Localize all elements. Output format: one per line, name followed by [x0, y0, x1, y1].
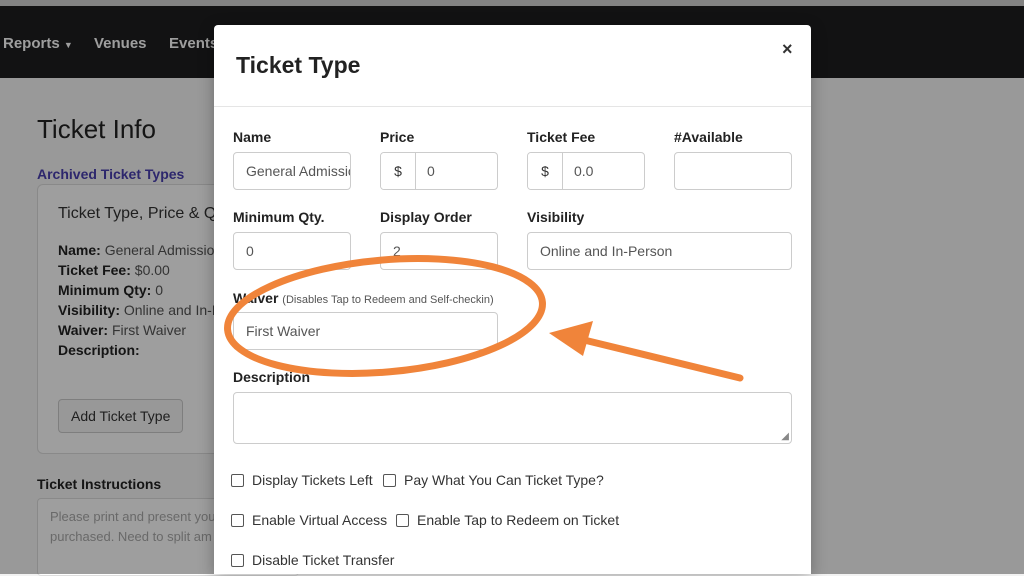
- checkbox-icon[interactable]: [383, 473, 396, 487]
- resize-grip-icon[interactable]: ◢: [781, 431, 789, 442]
- price-label: Price: [380, 129, 415, 145]
- name-input[interactable]: General Admission: [233, 152, 351, 190]
- waiver-hint: (Disables Tap to Redeem and Self-checkin…: [282, 294, 494, 306]
- dollar-addon: $: [528, 153, 563, 189]
- ticket-type-modal: Ticket Type × Name General Admission Pri…: [214, 25, 811, 574]
- checkbox-icon[interactable]: [231, 553, 244, 567]
- min-qty-label: Minimum Qty.: [233, 209, 325, 225]
- checkbox-icon[interactable]: [396, 513, 409, 527]
- dollar-addon: $: [381, 153, 416, 189]
- pay-what-you-can-checkbox[interactable]: Pay What You Can Ticket Type?: [383, 472, 604, 488]
- name-label: Name: [233, 129, 272, 145]
- ticket-fee-input[interactable]: 0.0: [574, 153, 593, 189]
- modal-header: Ticket Type ×: [214, 25, 811, 107]
- checkbox-icon[interactable]: [231, 473, 244, 487]
- enable-virtual-access-checkbox[interactable]: Enable Virtual Access: [231, 512, 387, 528]
- waiver-label: Waiver (Disables Tap to Redeem and Self-…: [233, 290, 494, 306]
- ticket-fee-label: Ticket Fee: [527, 129, 596, 145]
- enable-tap-to-redeem-checkbox[interactable]: Enable Tap to Redeem on Ticket: [396, 512, 619, 528]
- display-tickets-left-checkbox[interactable]: Display Tickets Left: [231, 472, 373, 488]
- disable-ticket-transfer-checkbox[interactable]: Disable Ticket Transfer: [231, 552, 394, 568]
- close-icon[interactable]: ×: [782, 39, 793, 60]
- modal-title: Ticket Type: [236, 52, 361, 78]
- price-input[interactable]: 0: [427, 153, 435, 189]
- checkbox-icon[interactable]: [231, 513, 244, 527]
- display-order-label: Display Order: [380, 209, 472, 225]
- visibility-label: Visibility: [527, 209, 585, 225]
- available-label: #Available: [674, 129, 743, 145]
- price-input-group[interactable]: $ 0: [380, 152, 498, 190]
- min-qty-input[interactable]: 0: [233, 232, 351, 270]
- available-input[interactable]: [674, 152, 792, 190]
- ticket-fee-input-group[interactable]: $ 0.0: [527, 152, 645, 190]
- description-textarea[interactable]: ◢: [233, 392, 792, 444]
- waiver-select[interactable]: First Waiver: [233, 312, 498, 350]
- visibility-select[interactable]: Online and In-Person: [527, 232, 792, 270]
- description-label: Description: [233, 369, 311, 385]
- display-order-input[interactable]: 2: [380, 232, 498, 270]
